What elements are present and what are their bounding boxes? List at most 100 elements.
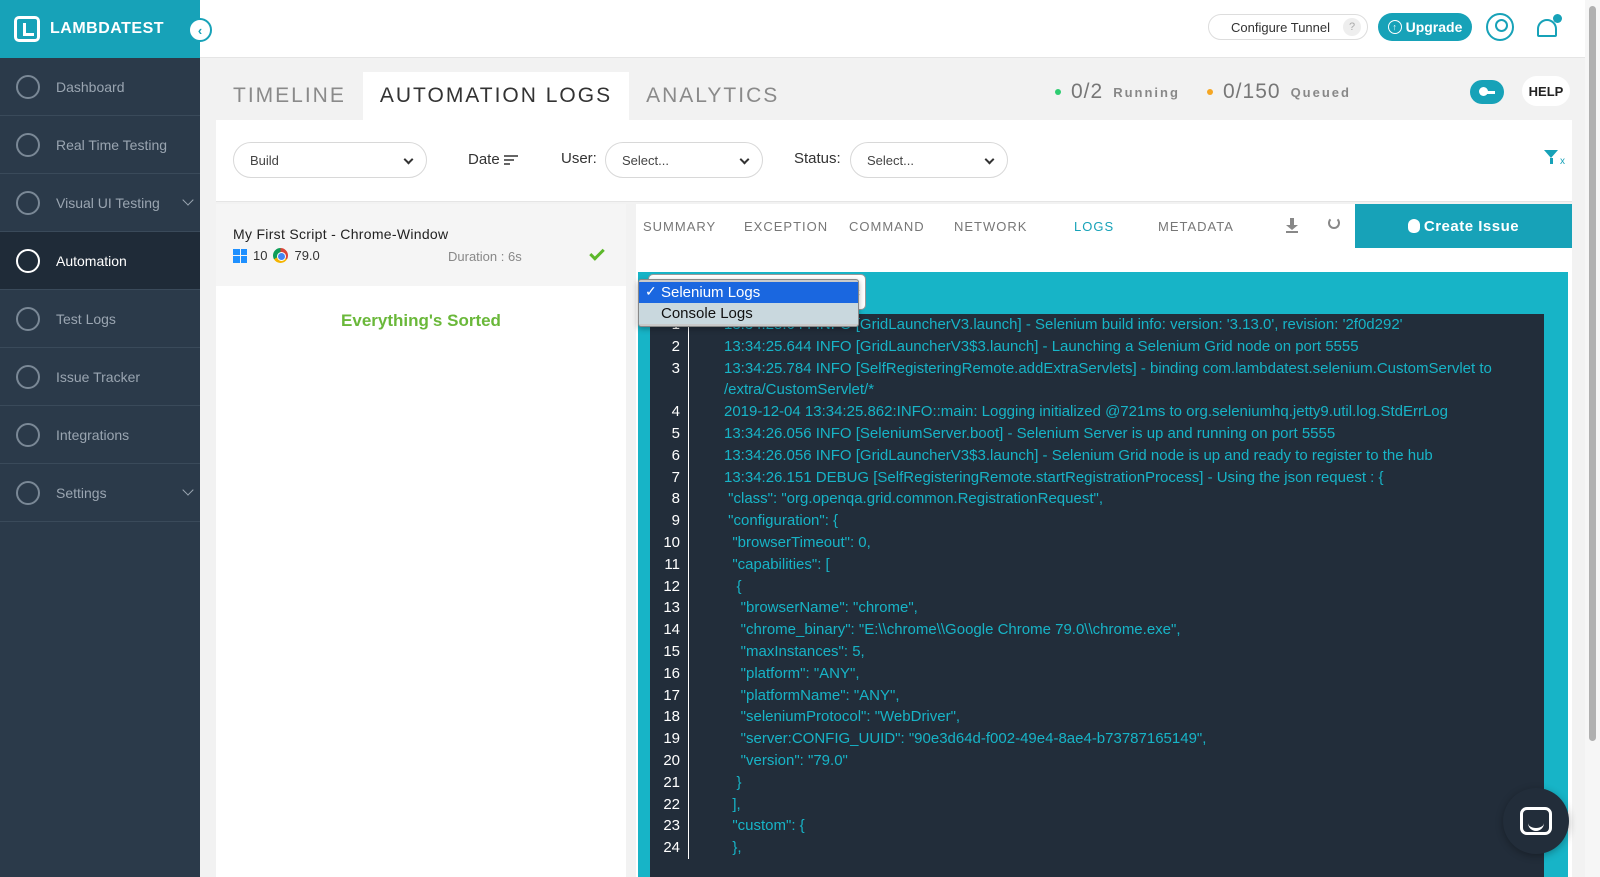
tunnel-help-icon[interactable]: ? (1343, 18, 1361, 36)
log-line-number: 7 (671, 468, 680, 486)
notification-dot (1553, 14, 1562, 23)
sidebar-item-test-logs[interactable]: Test Logs (0, 290, 200, 348)
notification-bell-icon[interactable] (1535, 14, 1562, 40)
sidebar-item-integrations[interactable]: Integrations (0, 406, 200, 464)
sidebar-item-label: Integrations (56, 426, 130, 443)
eye-icon (16, 190, 40, 215)
build-select[interactable]: Build (233, 142, 427, 178)
chat-icon (1520, 807, 1552, 835)
download-icon[interactable] (1286, 218, 1298, 233)
log-line-text: 13:34:26.056 INFO [SeleniumServer.boot] … (724, 424, 1336, 442)
sidebar-item-dashboard[interactable]: Dashboard (0, 58, 200, 116)
log-line-text: 13:34:25.644 INFO [GridLauncherV3$3.laun… (724, 337, 1359, 355)
log-line-text: "class": "org.openqa.grid.common.Registr… (724, 490, 1103, 508)
user-profile-icon[interactable] (1486, 13, 1514, 41)
robot-icon (16, 248, 40, 273)
lambdatest-logo-icon (14, 16, 40, 42)
log-line: 10 "browserTimeout": 0, (650, 531, 1544, 554)
log-line-gutter (688, 335, 724, 358)
tab-automation-logs[interactable]: AUTOMATION LOGS (362, 72, 630, 120)
sidebar-item-issue-tracker[interactable]: Issue Tracker (0, 348, 200, 406)
create-issue-label: Create Issue (1423, 217, 1520, 235)
tab-timeline[interactable]: TIMELINE (216, 72, 363, 120)
scrollbar-thumb[interactable] (1589, 6, 1596, 741)
collapse-sidebar-button[interactable]: ‹ (188, 18, 212, 42)
tab-network[interactable]: NETWORK (954, 204, 1027, 248)
running-label: Running (1113, 84, 1180, 100)
log-line: 14 "chrome_binary": "E:\\chrome\\Google … (650, 619, 1544, 641)
log-line-gutter (688, 575, 724, 598)
log-line-gutter (688, 597, 724, 620)
help-button[interactable]: HELP (1522, 76, 1570, 106)
main-tabs: TIMELINE AUTOMATION LOGS ANALYTICS (216, 72, 796, 120)
tab-analytics[interactable]: ANALYTICS (629, 72, 796, 120)
log-line: 9 "configuration": { (650, 510, 1544, 532)
log-line-text: 2019-12-04 13:34:25.862:INFO::main: Logg… (724, 403, 1448, 421)
refresh-icon[interactable] (1328, 217, 1340, 229)
log-line-text: } (724, 773, 742, 791)
log-code-block[interactable]: 113:34:25.644 INFO [GridLauncherV3.launc… (650, 314, 1544, 877)
log-option-selenium[interactable]: ✓ Selenium Logs (639, 282, 858, 303)
log-line: 6 13:34:26.056 INFO [GridLauncherV3$3.lau… (650, 444, 1544, 467)
log-line-gutter (688, 815, 724, 838)
configure-tunnel-label: Configure Tunnel (1231, 19, 1331, 35)
upgrade-button[interactable]: ↑ Upgrade (1378, 13, 1472, 41)
os-version: 10 (253, 248, 268, 263)
access-key-button[interactable] (1470, 80, 1504, 104)
log-line-gutter (688, 510, 724, 532)
log-line: 22 ], (650, 793, 1544, 816)
log-line-text: "chrome_binary": "E:\\chrome\\Google Chr… (724, 621, 1181, 639)
test-card[interactable]: My First Script - Chrome-Window 10 79.0 … (216, 204, 626, 286)
create-issue-button[interactable]: Create Issue (1355, 204, 1572, 248)
log-line-gutter (688, 640, 724, 663)
tab-command[interactable]: COMMAND (849, 204, 925, 248)
log-line-text: 13:34:26.151 DEBUG [SelfRegisteringRemot… (724, 468, 1384, 486)
sidebar-item-settings[interactable]: Settings (0, 464, 200, 522)
date-filter-label[interactable]: Date (468, 151, 500, 168)
test-duration: Duration : 6s (448, 249, 522, 264)
gear-icon (16, 480, 40, 505)
log-line-number: 18 (663, 708, 680, 726)
log-line-number: 19 (663, 730, 680, 748)
log-line-number: 15 (663, 642, 680, 660)
sidebar-item-visual-ui-testing[interactable]: Visual UI Testing (0, 174, 200, 232)
log-line-gutter (688, 684, 724, 707)
log-option-console[interactable]: Console Logs (639, 303, 858, 324)
sidebar-item-automation[interactable]: Automation (0, 232, 200, 290)
log-line-gutter (688, 706, 724, 729)
tab-exception[interactable]: EXCEPTION (744, 204, 828, 248)
page-scrollbar[interactable] (1585, 0, 1600, 877)
log-line: 5 13:34:26.056 INFO [SeleniumServer.boot]… (650, 422, 1544, 445)
status-select[interactable]: Select... (850, 142, 1008, 178)
configure-tunnel-button[interactable]: Configure Tunnel ? (1208, 14, 1368, 40)
log-line-gutter (688, 793, 724, 816)
puzzle-icon (16, 422, 40, 447)
user-select[interactable]: Select... (605, 142, 763, 178)
tab-summary[interactable]: SUMMARY (643, 204, 716, 248)
sort-icon[interactable] (504, 155, 518, 165)
log-line-gutter (688, 422, 724, 445)
chevron-down-icon[interactable] (182, 194, 194, 206)
log-line-text: ], (724, 795, 741, 813)
sidebar-item-real-time-testing[interactable]: Real Time Testing (0, 116, 200, 174)
log-line-text: 13:34:25.784 INFO [SelfRegisteringRemote… (724, 359, 1497, 399)
log-line-text: "custom": { (724, 817, 805, 835)
log-line-gutter (688, 531, 724, 554)
chat-support-button[interactable] (1503, 788, 1569, 854)
log-line-text: "configuration": { (724, 512, 839, 530)
log-line: 11 "capabilities": [ (650, 553, 1544, 576)
clear-filter-x[interactable]: x (1560, 156, 1565, 167)
tab-metadata[interactable]: METADATA (1158, 204, 1234, 248)
bug-icon (1407, 219, 1420, 233)
chevron-down-icon[interactable] (182, 484, 194, 496)
brand-header: LAMBDATEST ‹ (0, 0, 212, 58)
user-select-value: Select... (622, 152, 669, 168)
log-line-number: 11 (664, 555, 680, 573)
log-line: 12 { (650, 575, 1544, 598)
clear-filter-icon[interactable] (1544, 150, 1558, 164)
tab-logs[interactable]: LOGS (1074, 204, 1114, 248)
log-line-number: 22 (663, 795, 680, 813)
sidebar: LAMBDATEST ‹ Dashboard Real Time Testing V… (0, 0, 212, 877)
log-line-number: 17 (663, 686, 680, 704)
log-line-text: "platform": "ANY", (724, 664, 860, 682)
